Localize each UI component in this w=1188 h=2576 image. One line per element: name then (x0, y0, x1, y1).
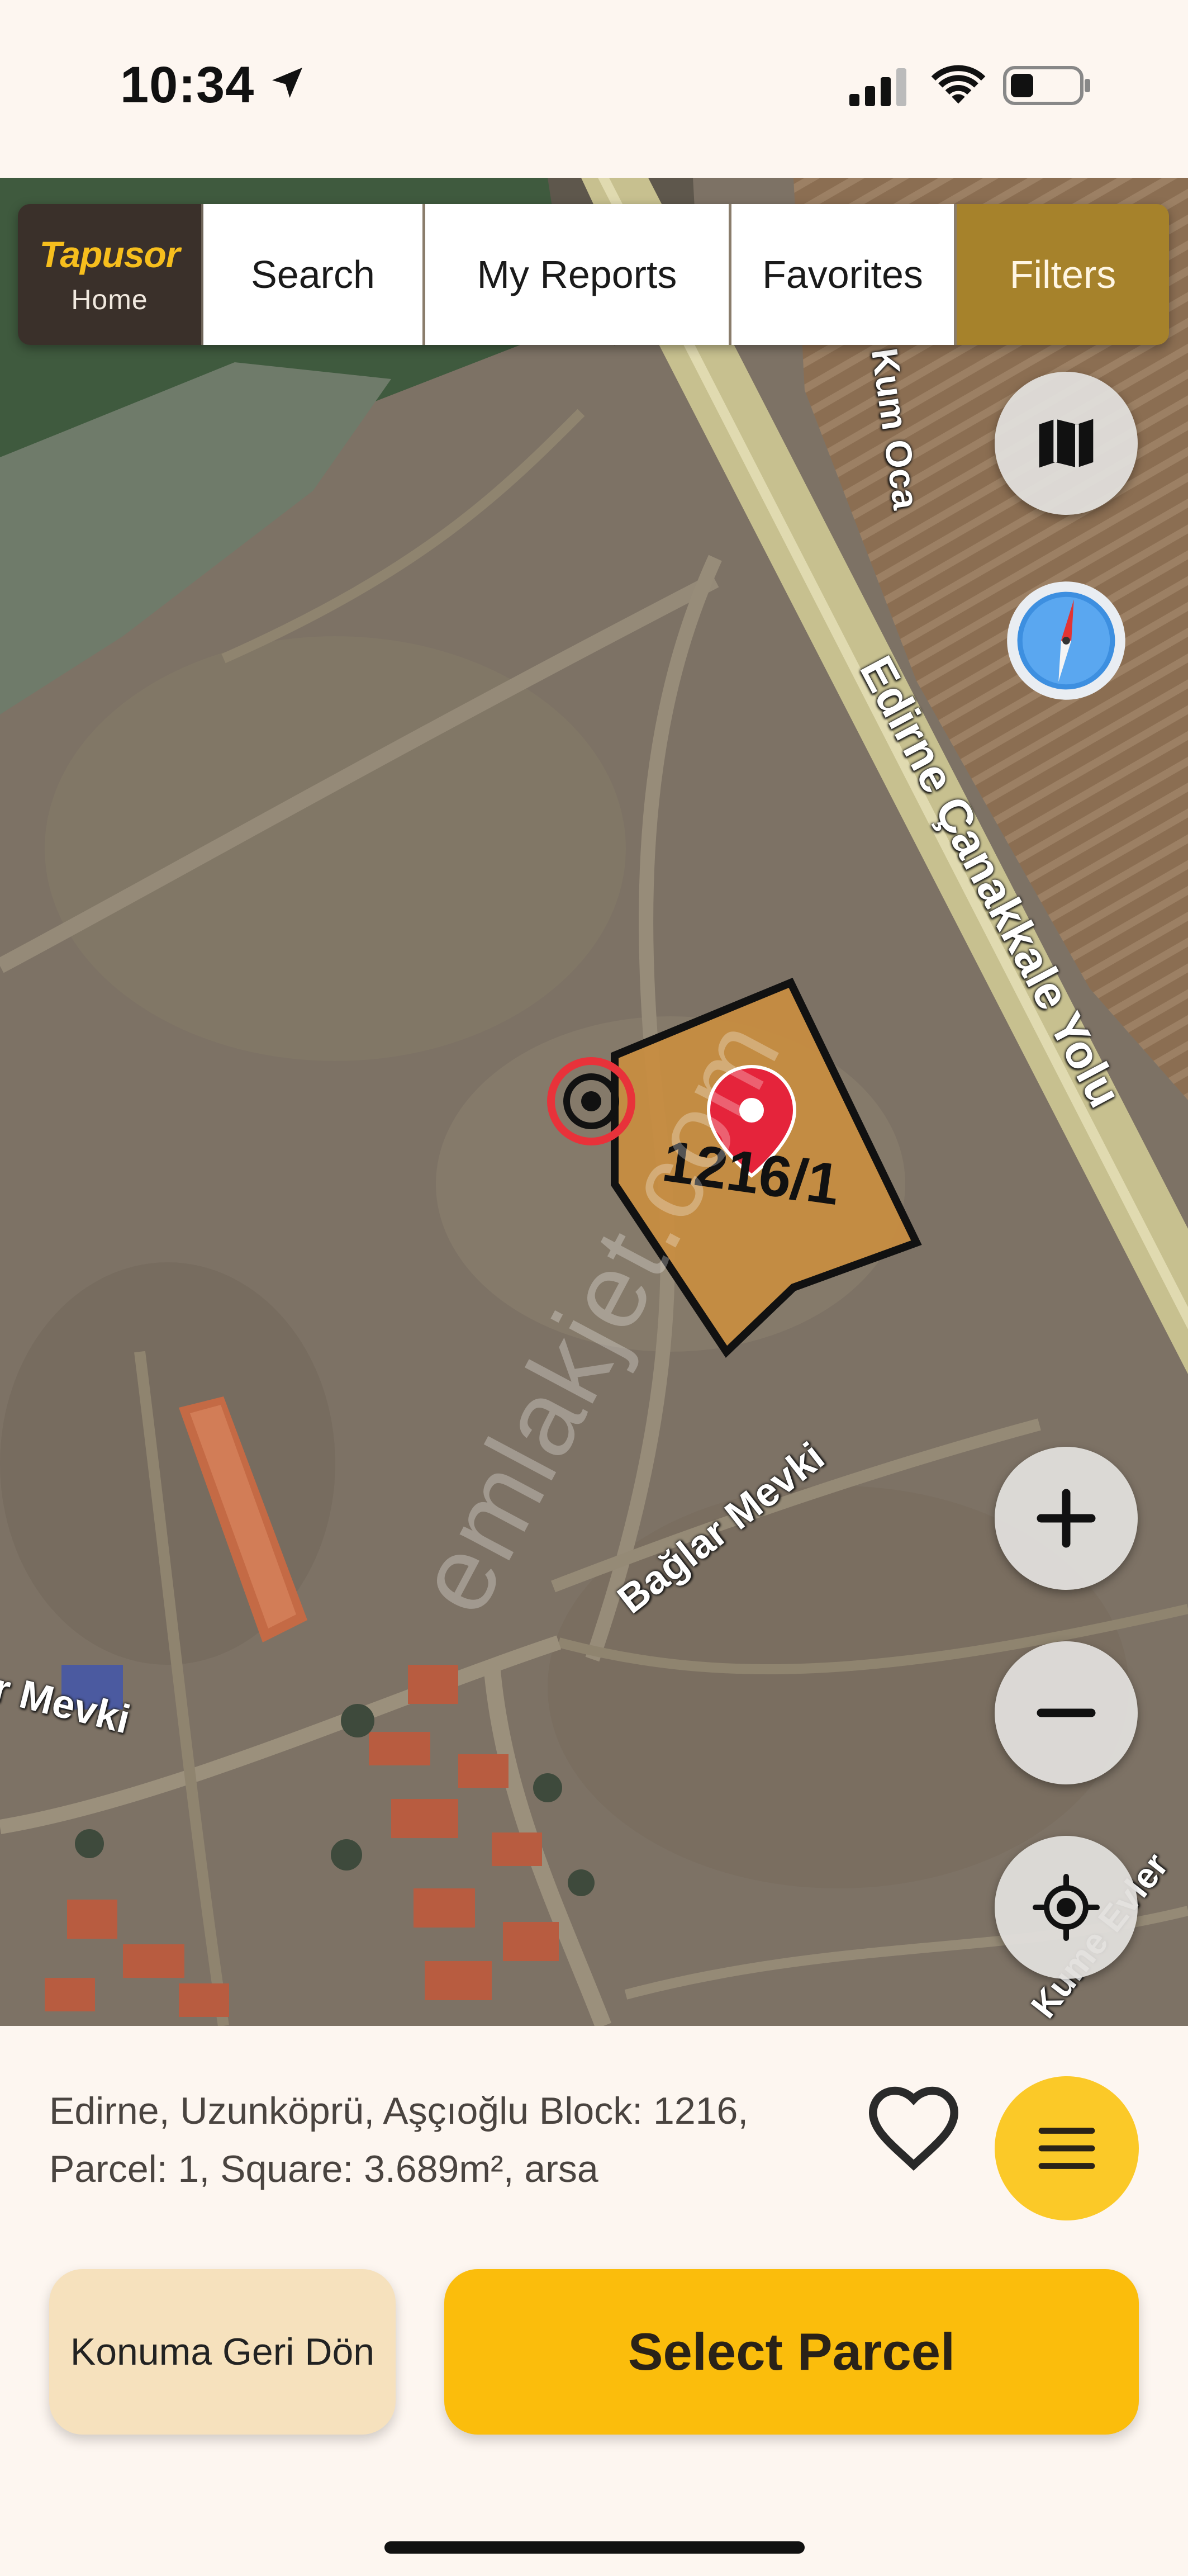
battery-icon (1003, 66, 1090, 105)
status-time: 10:34 (120, 56, 255, 113)
bottom-sheet: Edirne, Uzunköprü, Aşçıoğlu Block: 1216,… (0, 2026, 1188, 2576)
back-to-location-button[interactable]: Konuma Geri Dön (49, 2269, 396, 2435)
compass-icon (1007, 581, 1125, 700)
menu-icon (1038, 2128, 1095, 2169)
home-indicator (384, 2541, 805, 2554)
top-nav: Tapusor Home Search My Reports Favorites… (18, 204, 1169, 345)
zoom-out-button[interactable] (995, 1641, 1138, 1784)
nav-home-button[interactable]: Tapusor Home (18, 204, 203, 345)
map-layers-icon (1039, 419, 1094, 468)
compass-button[interactable] (995, 569, 1138, 712)
tab-favorites[interactable]: Favorites (731, 204, 957, 345)
brand-logo: Tapusor (39, 234, 180, 275)
tab-search[interactable]: Search (203, 204, 425, 345)
signal-icon (849, 68, 906, 106)
heart-icon (868, 2086, 959, 2171)
map-layers-button[interactable] (995, 372, 1138, 515)
home-label: Home (71, 284, 148, 315)
map-view[interactable]: Edirne Çanakkale Yolu Kum Oca Bağlar Mev… (0, 178, 1188, 2026)
locate-icon (1033, 1874, 1100, 1941)
locate-button[interactable] (995, 1836, 1138, 1979)
zoom-in-button[interactable] (995, 1447, 1138, 1590)
parcel-info-text: Edirne, Uzunköprü, Aşçıoğlu Block: 1216,… (49, 2090, 749, 2190)
menu-button[interactable] (995, 2076, 1139, 2220)
location-arrow-icon (272, 68, 302, 98)
favorite-button[interactable] (858, 2071, 970, 2182)
zoom-in-icon (1037, 1489, 1096, 1548)
zoom-out-icon (1037, 1708, 1096, 1717)
tab-filters[interactable]: Filters (957, 204, 1169, 345)
tab-my-reports[interactable]: My Reports (425, 204, 731, 345)
wifi-icon (931, 65, 986, 104)
status-bar: 10:34 (0, 0, 1188, 178)
select-parcel-button[interactable]: Select Parcel (444, 2269, 1139, 2435)
